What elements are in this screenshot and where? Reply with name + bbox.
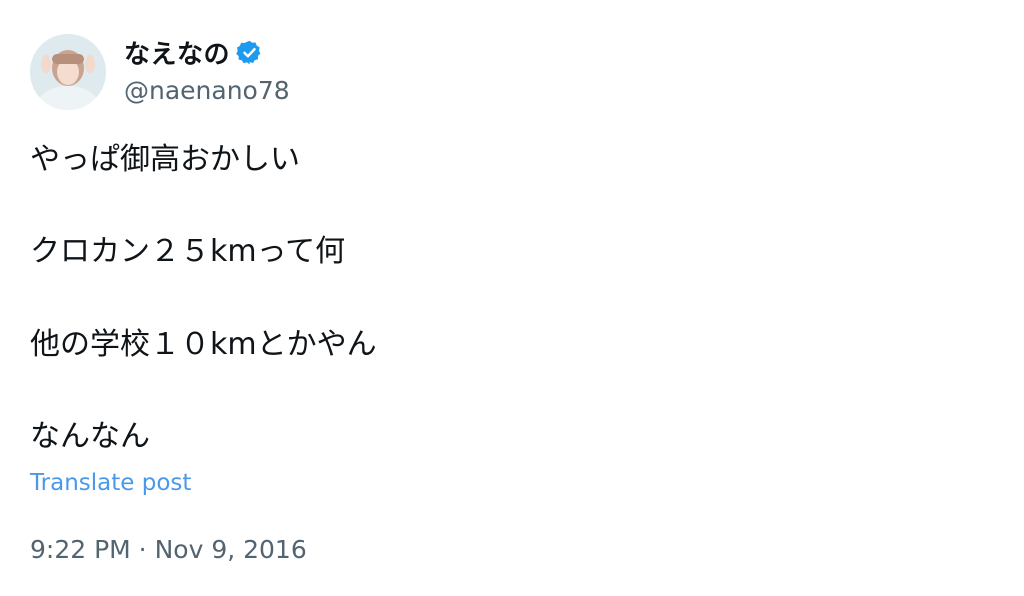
tweet-time[interactable]: 9:22 PM bbox=[30, 535, 131, 564]
tweet-card: なえなの @naenano78 やっぱ御高おかしい クロカン２５kmって何 他の… bbox=[0, 0, 1024, 596]
translate-post-link[interactable]: Translate post bbox=[30, 470, 191, 496]
timestamp-separator: · bbox=[130, 535, 155, 564]
tweet-text-line: やっぱ御高おかしい bbox=[30, 142, 300, 177]
tweet-text-line: 他の学校１０kmとかやん bbox=[30, 327, 377, 362]
author-avatar[interactable] bbox=[30, 34, 106, 110]
tweet-date[interactable]: Nov 9, 2016 bbox=[155, 535, 307, 564]
display-name-row: なえなの bbox=[124, 33, 263, 71]
tweet-text-line: クロカン２５kmって何 bbox=[30, 234, 346, 269]
author-display-name[interactable]: なえなの bbox=[124, 34, 230, 71]
verified-badge-icon[interactable] bbox=[236, 39, 263, 66]
tweet-text-line: なんなん bbox=[30, 419, 150, 454]
author-handle[interactable]: @naenano78 bbox=[124, 76, 290, 105]
tweet-timestamp: 9:22 PM · Nov 9, 2016 bbox=[30, 535, 307, 564]
avatar-image-icon bbox=[30, 34, 106, 110]
